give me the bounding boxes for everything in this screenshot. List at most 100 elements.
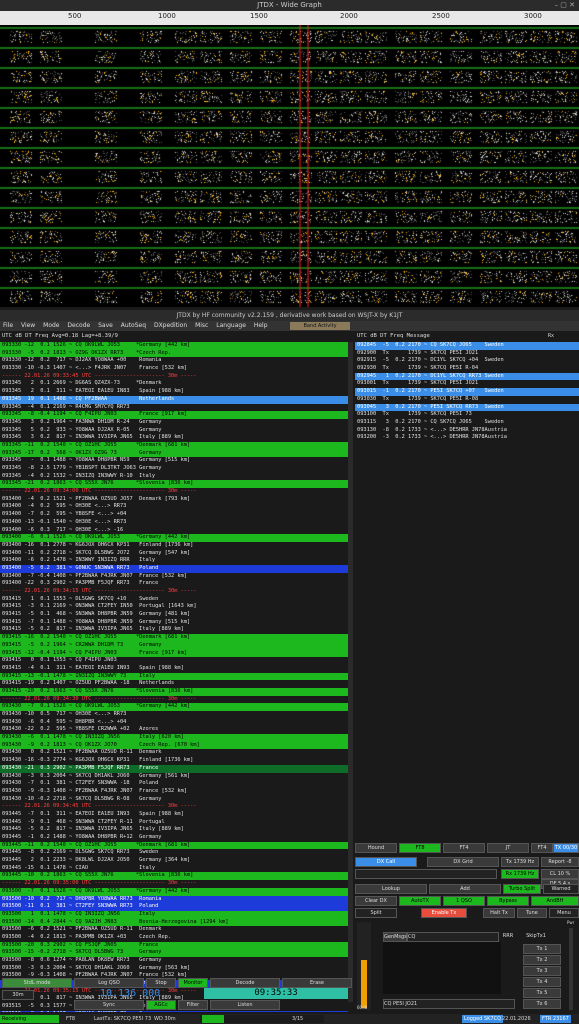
decode-row[interactable]: 093400 -13 -0.1 1540 ~ OH30E <...> RR73 xyxy=(0,519,348,527)
decode-row[interactable]: 093400 -6 0.2 1478 ~ IN3WWY IN3IZQ RRR I… xyxy=(0,557,348,565)
one-qso-button[interactable]: 1 QSO xyxy=(443,896,485,906)
skiptx1-checkbox[interactable]: SkipTx1 xyxy=(523,932,549,940)
waterfall-display[interactable] xyxy=(0,25,579,307)
menu-autoseq[interactable]: AutoSeq xyxy=(121,322,146,329)
menu-view[interactable]: View xyxy=(21,322,35,329)
decode-row[interactable]: 093345 3 0.2 1964 ~ FA3NWA DH1DM R-24 Ge… xyxy=(0,419,348,427)
decode-row[interactable]: 093415 -5 0.2 817 ~ IN3WWA IV3IPA JN65 I… xyxy=(0,626,348,634)
decode-row[interactable]: 093030 Tx 1739 ~ SK7CQ PE5I R-08 xyxy=(355,396,579,404)
decode-row[interactable]: 093500 -10 0.2 717 ~ DH8PBR YO8WAA RR73 … xyxy=(0,895,348,904)
decode-row[interactable]: 093430 -9 0.2 1813 ~ CQ OK1ZX JO70 Czech… xyxy=(0,741,348,750)
tune-button[interactable]: Tune xyxy=(517,908,547,918)
tx3-button[interactable]: Tx 3 xyxy=(523,966,561,976)
decode-row[interactable]: 093500 -8 0.6 1274 ~ PA8LAN DK8EW RR73 G… xyxy=(0,957,348,965)
decode-row[interactable]: 093500 -3 0.3 2004 ~ SK7CQ DH1AKL JO60 G… xyxy=(0,965,348,973)
decode-row[interactable]: 093345 -21 0.2 1863 ~ CQ S55X JN76 *Slov… xyxy=(0,480,348,489)
decode-row[interactable]: 093430 -6 0.4 595 ~ DH8PBR <...> +04 xyxy=(0,719,348,727)
decode-row[interactable]: 093500 -6 0.2 1521 ~ PF2BWAA OZ5UD R-11 … xyxy=(0,926,348,934)
decode-row[interactable]: 093345 -11 0.2 1540 ~ CQ OZ1HC JO55 *Den… xyxy=(0,441,348,450)
bypass-button[interactable]: Bypass xyxy=(487,896,529,906)
decode-row[interactable]: 093345 - 0.1 1488 ~ YO8WAA DH8PBR N59 Ge… xyxy=(0,457,348,465)
band-activity-list[interactable]: 093330 -12 0.1 1526 ~ CQ OK9LWL JO53 *Ge… xyxy=(0,342,348,1012)
sync-button[interactable]: Sync xyxy=(74,1000,144,1010)
decode-row[interactable]: 093130 -8 0.2 1733 ~ <...> DE5HRR JN78Au… xyxy=(355,427,579,435)
cl-field[interactable]: CL 10 % xyxy=(541,869,579,879)
ft8-button[interactable]: FT8 xyxy=(399,843,441,853)
decode-row[interactable]: 093100 Tx 1739 ~ SK7CQ PE5I 73 xyxy=(355,411,579,419)
decode-row[interactable]: 093500 1 0.1 1478 ~ CQ IN3IZQ JN56 Italy xyxy=(0,910,348,919)
decode-row[interactable]: 093430 -3 0.3 2004 ~ SK7CQ DH1AKL JO60 G… xyxy=(0,773,348,781)
decode-row[interactable]: 093500 -15 -0.2 2718 ~ SK7CQ DL5BWG 73 G… xyxy=(0,949,348,957)
tx5-button[interactable]: Tx 5 xyxy=(523,988,561,998)
decode-row[interactable]: 093001 Tx 1739 ~ SK7CQ PE5I JO21 xyxy=(355,380,579,388)
rx-frequency-field[interactable]: Rx 1739 Hz xyxy=(501,869,539,879)
decode-row[interactable]: 093345 3 0.2 817 ~ IN3WWA IV3IPA JN65 It… xyxy=(0,434,348,442)
decode-row[interactable]: 093330 -12 0.1 1526 ~ CQ OK9LWL JO53 *Ge… xyxy=(0,342,348,350)
decode-row[interactable]: 093415 -19 0.2 1407 ~ OZ5UD PF2BWAA -18 … xyxy=(0,680,348,688)
decode-row[interactable]: 093430 -16 -0.3 2774 ~ KG6JOX OH6CX KP31… xyxy=(0,757,348,765)
decode-row[interactable]: 093430 -10 0.5 717 ~ OH30E <...> RR73 xyxy=(0,711,348,719)
decode-row[interactable]: 093345 2 0.1 2669 ~ DG6AS QZ4ZX-73 *Denm… xyxy=(0,380,348,388)
message-list[interactable] xyxy=(383,942,501,994)
decode-row[interactable]: 093400 -16 0.1 2778 ~ KG6JOX OH6CX KP31 … xyxy=(0,542,348,550)
menu-language[interactable]: Language xyxy=(216,322,246,329)
stdl-mode-button[interactable]: StdL mode xyxy=(2,978,72,988)
decode-row[interactable]: 093430 -7 0.1 381 ~ CT2FEY SN3WWA -18 Po… xyxy=(0,780,348,788)
ft4-button[interactable]: FT4 xyxy=(443,843,485,853)
decode-row[interactable]: 093015 -1 0.2 2170 ~ PE5I SK7CQ +07 Swed… xyxy=(355,388,579,396)
decode-row[interactable]: 093415 -4 0.1 311 ~ EA7EOI EA1EU IN93 Sp… xyxy=(0,665,348,673)
decode-row[interactable]: 093345 -8 2.5 1779 ~ YB1BSPT DL3TKT JO63… xyxy=(0,465,348,473)
decode-row[interactable]: 093445 2 0.1 2233 ~ DK8LWL DJ2AX JO50 Ge… xyxy=(0,857,348,865)
decode-row[interactable]: 093415 -3 0.1 2169 ~ ON3WWA CT2FEY IN50 … xyxy=(0,603,348,611)
ft4-alt-button[interactable]: FT4 xyxy=(531,843,553,853)
monitor-button[interactable]: Monitor xyxy=(178,978,208,988)
jt-button[interactable]: JT xyxy=(487,843,529,853)
decode-row[interactable]: 093445 -1 0.2 1488 ~ YO8WAA DH8PBR R+12 … xyxy=(0,834,348,842)
tx1-message-field[interactable]: CQ xyxy=(407,932,499,942)
agcc-button[interactable]: AGCc xyxy=(146,1000,176,1010)
decode-row[interactable]: 093400 -5 0.2 381 ~ G0NUC SN3WWA RR73 Po… xyxy=(0,564,348,573)
add-button[interactable]: Add xyxy=(429,884,501,894)
log-qso-button[interactable]: Log QSO xyxy=(74,978,144,988)
split-checkbox[interactable]: Split xyxy=(355,908,397,918)
decode-row[interactable]: 093415 0 0.1 1553 ~ CQ F4IPU JN03 xyxy=(0,657,348,665)
rx-frequency-list[interactable]: 092845 -5 0.2 2170 ~ CQ SK7CQ JO65 Swede… xyxy=(355,342,579,442)
menu-help[interactable]: Help xyxy=(254,322,268,329)
menu-mode[interactable]: Mode xyxy=(43,322,59,329)
band-selector[interactable]: 30m xyxy=(2,990,34,1000)
decode-row[interactable]: 093200 -3 0.2 1733 ~ <...> DE5HRR JN78Au… xyxy=(355,434,579,442)
decode-row[interactable]: 093415 -13 -0.1 1478 ~ IN3IZQ IN3WWY 73 … xyxy=(0,672,348,681)
decode-row[interactable]: 093445 -15 0.1 1478 ~ CIAO Italy xyxy=(0,865,348,873)
decode-row[interactable]: 093330 -10 -0.3 1407 ~ <...> F4JRK JN07 … xyxy=(0,365,348,373)
window-buttons[interactable]: – ▢ ✕ xyxy=(555,0,575,11)
decode-row[interactable]: 093500 -20 0.3 2902 ~ CQ F5JQF JN05 Fran… xyxy=(0,941,348,950)
decode-row[interactable]: 093415 1 0.1 1553 ~ DL5GWG SK7CQ +10 Swe… xyxy=(0,596,348,604)
decode-row[interactable]: 092845 -5 0.2 2170 ~ CQ SK7CQ JO65 Swede… xyxy=(355,342,579,350)
decode-row[interactable]: 093445 -8 0.2 2169 ~ DL5GWG SK7CQ RR73 S… xyxy=(0,849,348,857)
listen-button[interactable]: Listen xyxy=(210,1000,280,1010)
enable-tx-button[interactable]: Enable Tx xyxy=(421,908,467,918)
decode-row[interactable]: 092915 -5 0.2 2170 ~ DC1YL SK7CQ +04 Swe… xyxy=(355,357,579,365)
decode-row[interactable]: 093430 -21 0.3 2902 ~ PA3PMB F5JQF RR73 … xyxy=(0,764,348,773)
decode-row[interactable]: 093415 -5 0.2 1964 ~ CR2WWA DH1DM 73 Ger… xyxy=(0,641,348,650)
decode-row[interactable]: 093500 -7 0.1 1526 ~ CQ OK9LWL JO53 *Ger… xyxy=(0,887,348,896)
autotx-button[interactable]: AutoTX xyxy=(399,896,441,906)
lookup-button[interactable]: Lookup xyxy=(355,884,427,894)
decode-button[interactable]: Decode xyxy=(210,978,280,988)
decode-row[interactable]: 093345 -17 0.2 568 ~ OK1ZX OZ9G 73 Germa… xyxy=(0,449,348,458)
decode-row[interactable]: 093045 3 0.2 2170 ~ PE5I SK7CQ RR73 Swed… xyxy=(355,403,579,412)
menu-save[interactable]: Save xyxy=(98,322,113,329)
halt-tx-button[interactable]: Halt Tx xyxy=(483,908,515,918)
decode-row[interactable]: 093500 -11 0.1 381 ~ CT2FEY SN3WWA RR73 … xyxy=(0,903,348,911)
decode-row[interactable]: 092930 Tx 1739 ~ SK7CQ PE5I R-04 xyxy=(355,365,579,373)
decode-row[interactable]: 093345 5 0.2 933 ~ YO8WAA DJ2AX R-05 Ger… xyxy=(0,427,348,435)
decode-row[interactable]: 093400 -4 0.2 595 ~ OH30E <...> RR73 xyxy=(0,503,348,511)
decode-row[interactable]: 093430 0 0.2 1521 ~ PF2BWAA OZ5UD R-11 D… xyxy=(0,749,348,757)
decode-row[interactable]: 093445 -7 0.1 311 ~ EA7EOI EA1EU IN93 Sp… xyxy=(0,811,348,819)
decode-row[interactable]: 093445 -5 0.2 817 ~ IN3WWA IV3IPA JN65 I… xyxy=(0,826,348,834)
decode-row[interactable]: 093500 -14 0.4 2844 ~ CQ 9A2JH JN83 Bosn… xyxy=(0,918,348,927)
decode-row[interactable]: 092900 Tx 1739 ~ SK7CQ PE5I JO21 xyxy=(355,350,579,358)
andbh-button[interactable]: AndBH xyxy=(531,896,579,906)
decode-row[interactable]: 093430 -6 0.1 1478 ~ CQ IN3IZQ JN56 Ital… xyxy=(0,734,348,742)
menu-checkbox[interactable]: Menu xyxy=(549,908,579,918)
